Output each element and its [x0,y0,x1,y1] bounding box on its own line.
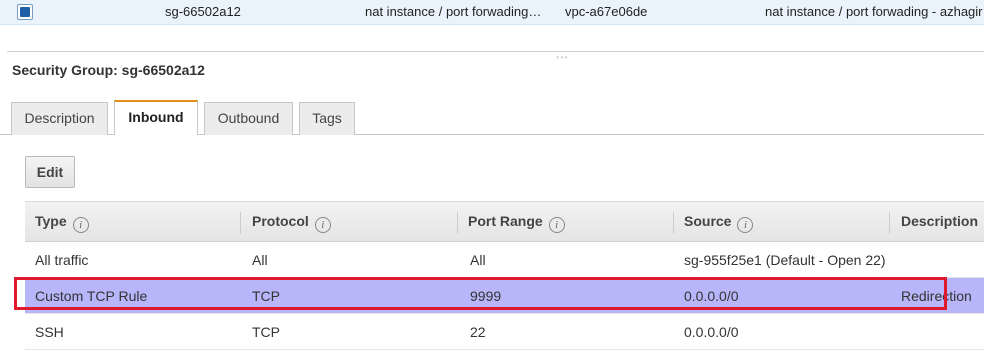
column-header-protocol-label: Protocol [252,213,309,229]
column-header-source[interactable]: Source i [684,213,754,233]
column-header-source-label: Source [684,213,732,229]
rule-port-range: 9999 [470,288,502,304]
rule-type: Custom TCP Rule [35,288,148,304]
edit-button[interactable]: Edit [25,156,75,188]
checkbox-checked-mark [20,7,30,17]
rule-description: Redirection [901,288,972,304]
tab-description[interactable]: Description [11,102,108,135]
info-icon[interactable]: i [737,217,754,233]
rule-type: SSH [35,324,64,340]
column-header-description[interactable]: Description [901,213,978,229]
tab-inbound[interactable]: Inbound [114,100,198,135]
column-header-type-label: Type [35,213,67,229]
panel-splitter[interactable] [7,51,984,52]
info-icon[interactable]: i [314,217,331,233]
rules-table-header: Type i Protocol i Port Range i Source i Desc… [25,201,984,242]
rule-protocol: TCP [252,288,280,304]
table-row[interactable]: SSH TCP 22 0.0.0.0/0 [25,314,984,350]
column-divider[interactable] [673,212,674,234]
column-header-protocol[interactable]: Protocol i [252,213,331,233]
vpc-id-cell: vpc-a67e06de [565,4,648,19]
column-header-port-range-label: Port Range [468,213,543,229]
column-divider[interactable] [457,212,458,234]
rule-port-range: 22 [470,324,486,340]
rule-type: All traffic [35,252,89,268]
column-header-type[interactable]: Type i [35,213,89,233]
group-name-cell: nat instance / port forwading… [365,4,542,19]
row-checkbox[interactable] [17,4,33,20]
detail-title: Security Group: sg-66502a12 [12,62,205,78]
info-icon[interactable]: i [548,217,565,233]
group-id-cell: sg-66502a12 [165,4,241,19]
column-header-port-range[interactable]: Port Range i [468,213,565,233]
table-row[interactable]: Custom TCP Rule TCP 9999 0.0.0.0/0 Redir… [25,278,984,314]
rule-protocol: TCP [252,324,280,340]
table-row[interactable]: All traffic All All sg-955f25e1 (Default… [25,242,984,278]
rule-source: 0.0.0.0/0 [684,324,739,340]
rule-port-range: All [470,252,486,268]
tab-outbound[interactable]: Outbound [204,102,293,135]
info-icon[interactable]: i [72,217,89,233]
column-divider[interactable] [889,212,890,234]
column-divider[interactable] [240,212,241,234]
rule-protocol: All [252,252,268,268]
splitter-grip-icon[interactable]: ◦◦◦ [556,52,569,62]
rule-source: sg-955f25e1 (Default - Open 22) [684,252,886,268]
tab-tags[interactable]: Tags [299,102,355,135]
group-description-cell: nat instance / port forwading - azhagir [765,4,983,19]
rule-source: 0.0.0.0/0 [684,288,739,304]
security-group-row[interactable]: sg-66502a12 nat instance / port forwadin… [0,0,984,25]
